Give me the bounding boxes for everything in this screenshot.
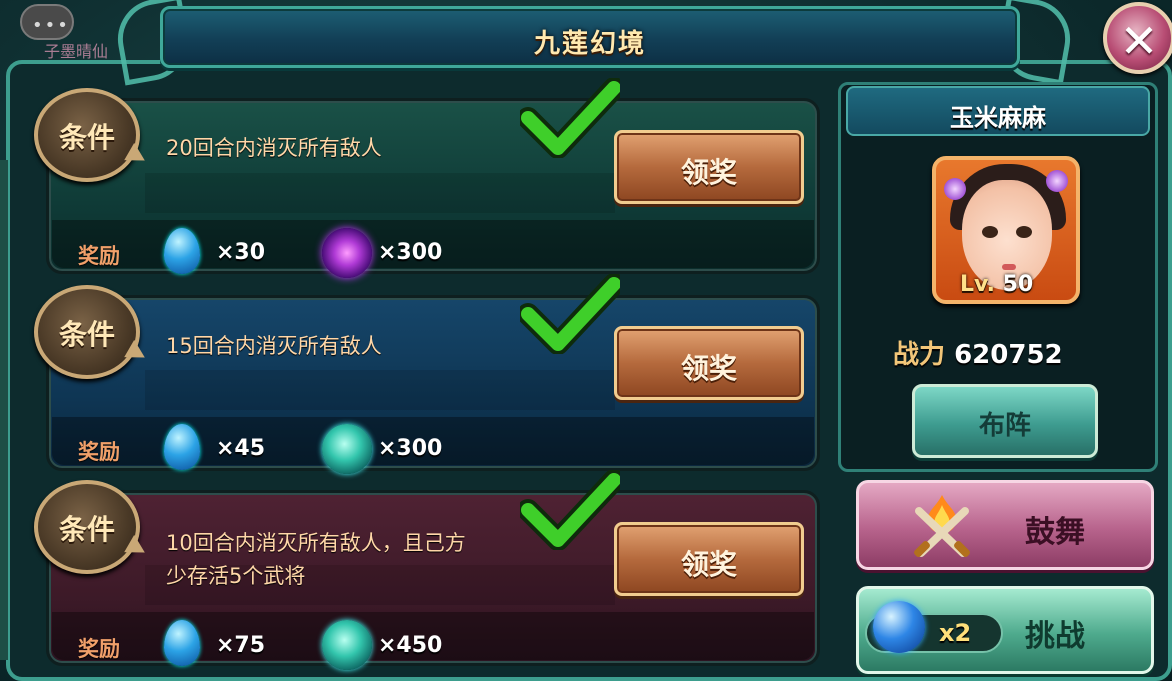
claim-label: 领奖 <box>680 352 737 385</box>
claim-reward-button[interactable]: 领奖 <box>614 326 804 400</box>
condition-label: 条件 <box>58 318 115 351</box>
condition-badge: 条件 <box>34 88 140 182</box>
condition-badge: 条件 <box>34 480 140 574</box>
condition-label: 条件 <box>58 121 115 154</box>
condition-text-line1: 10回合内消灭所有敌人，且己方 <box>166 531 466 555</box>
formation-button[interactable]: 布阵 <box>912 384 1098 458</box>
hero-name: 玉米麻麻 <box>950 104 1046 132</box>
side-decoration <box>0 160 8 660</box>
power-label: 战力 <box>893 340 946 370</box>
reward-qty: ×75 <box>216 633 266 658</box>
checkmark-icon <box>520 78 620 158</box>
crossed-swords-flame-icon <box>914 495 970 557</box>
dungeon-screen: ••• 子墨晴仙 九莲幻境 ✕ 条件 20回合内消灭所有敌人 领奖 奖励 ×30… <box>0 0 1172 681</box>
condition-label: 条件 <box>58 513 115 546</box>
teal-jade-orb-icon <box>322 620 372 670</box>
lips-shape <box>1002 264 1016 270</box>
close-icon: ✕ <box>1119 14 1159 68</box>
claim-reward-button[interactable]: 领奖 <box>614 522 804 596</box>
reward-label: 奖励 <box>78 244 120 268</box>
hero-name-bar: 玉米麻麻 <box>846 86 1150 136</box>
encourage-label: 鼓舞 <box>1025 515 1085 550</box>
level-value: 50 <box>1002 272 1034 297</box>
claim-label: 领奖 <box>680 548 737 581</box>
window-title: 九莲幻境 <box>533 29 646 59</box>
reward-label: 奖励 <box>78 440 120 464</box>
eye-shape <box>1016 226 1032 238</box>
task-description-area <box>145 173 615 213</box>
checkmark-icon <box>520 470 620 550</box>
level-prefix: Lv. <box>960 272 995 297</box>
ticket-qty: x2 <box>939 619 972 647</box>
eye-shape <box>982 226 998 238</box>
reward-qty: ×300 <box>378 240 443 265</box>
formation-label: 布阵 <box>978 411 1031 441</box>
condition-text: 15回合内消灭所有敌人 <box>166 334 382 358</box>
reward-qty: ×450 <box>378 633 443 658</box>
hair-flower-icon <box>944 178 966 200</box>
purple-orb-icon <box>322 228 372 278</box>
condition-text: 20回合内消灭所有敌人 <box>166 136 382 160</box>
condition-badge: 条件 <box>34 285 140 379</box>
hero-level: Lv. 50 <box>960 272 1033 297</box>
blue-soul-drop-icon <box>164 424 200 470</box>
chat-preview-text: 子墨晴仙 <box>44 42 109 61</box>
title-bar: 九莲幻境 <box>160 6 1020 68</box>
challenge-button[interactable]: x2 挑战 <box>856 586 1154 674</box>
blue-soul-drop-icon <box>164 228 200 274</box>
task-description-area <box>145 370 615 410</box>
power-value: 620752 <box>954 340 1063 370</box>
close-button[interactable]: ✕ <box>1103 2 1172 74</box>
teal-jade-orb-icon <box>322 424 372 474</box>
condition-text-line2: 少存活5个武将 <box>166 564 306 588</box>
hair-flower-icon <box>1046 170 1068 192</box>
combat-power: 战力 620752 <box>893 334 1063 371</box>
reward-qty: ×45 <box>216 436 266 461</box>
blue-soul-drop-icon <box>164 620 200 666</box>
reward-qty: ×30 <box>216 240 266 265</box>
checkmark-icon <box>520 274 620 354</box>
challenge-label: 挑战 <box>1025 619 1085 654</box>
encourage-button[interactable]: 鼓舞 <box>856 480 1154 570</box>
reward-label: 奖励 <box>78 637 120 661</box>
claim-label: 领奖 <box>680 156 737 189</box>
reward-qty: ×300 <box>378 436 443 461</box>
claim-reward-button[interactable]: 领奖 <box>614 130 804 204</box>
chat-icon[interactable]: ••• <box>20 4 74 40</box>
blue-orb-ticket-icon <box>873 601 925 653</box>
